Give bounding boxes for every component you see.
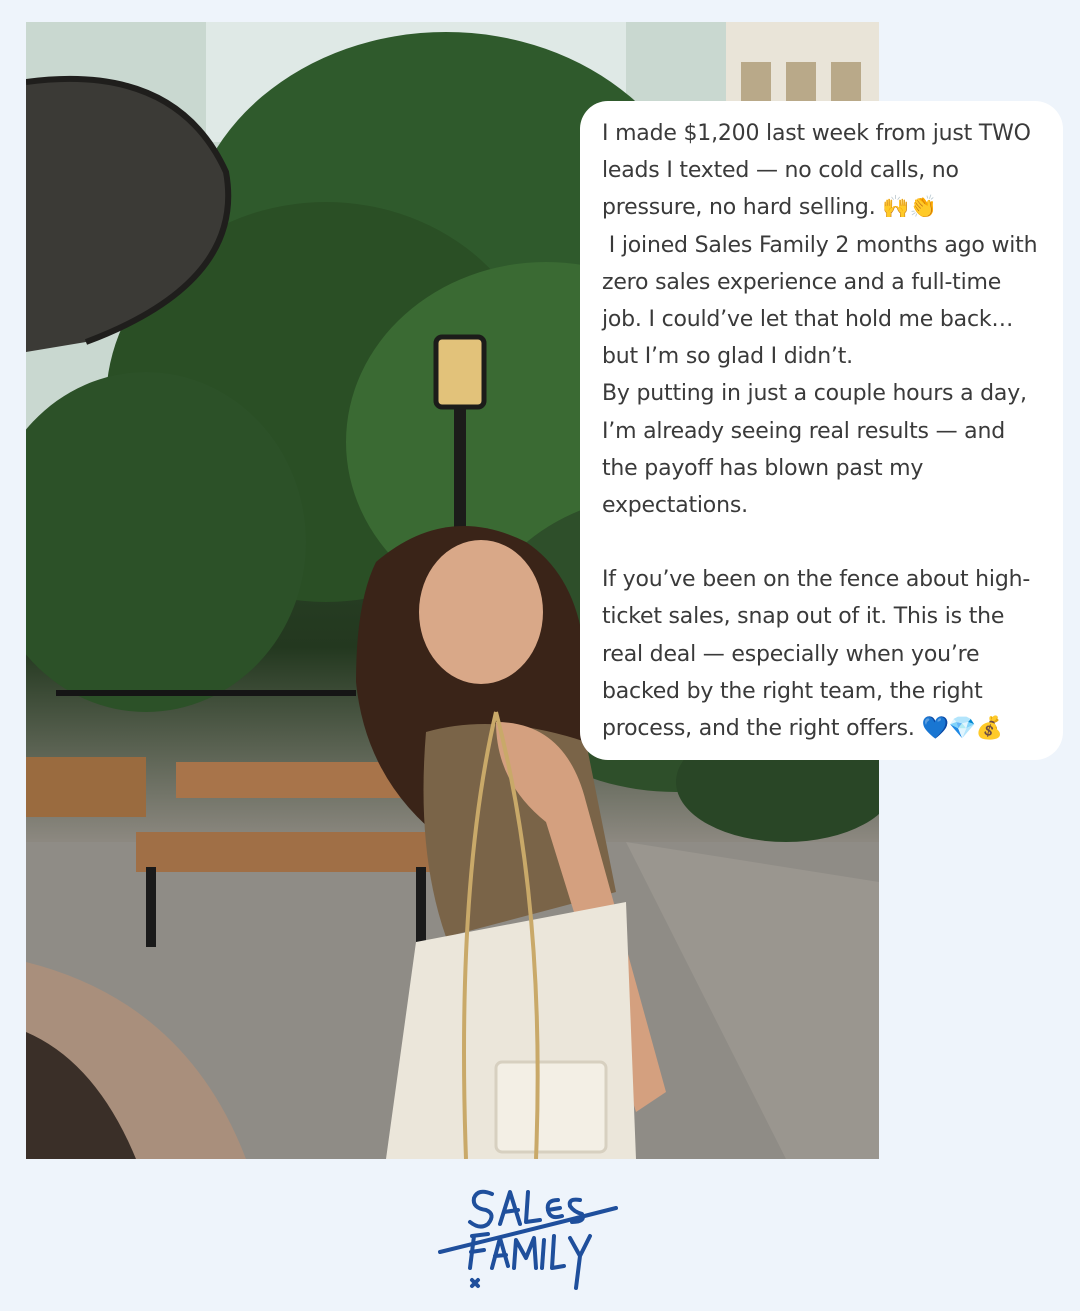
sales-family-logo (430, 1180, 630, 1295)
testimonial-paragraph-2: I joined Sales Family 2 months ago with … (602, 232, 1045, 370)
testimonial-paragraph-4: If you’ve been on the fence about high-t… (602, 567, 1031, 742)
testimonial-paragraph-1: I made $1,200 last week from just TWO le… (602, 121, 1038, 221)
testimonial-bubble: I made $1,200 last week from just TWO le… (580, 101, 1063, 760)
testimonial-paragraph-3: By putting in just a couple hours a day,… (602, 381, 1034, 519)
